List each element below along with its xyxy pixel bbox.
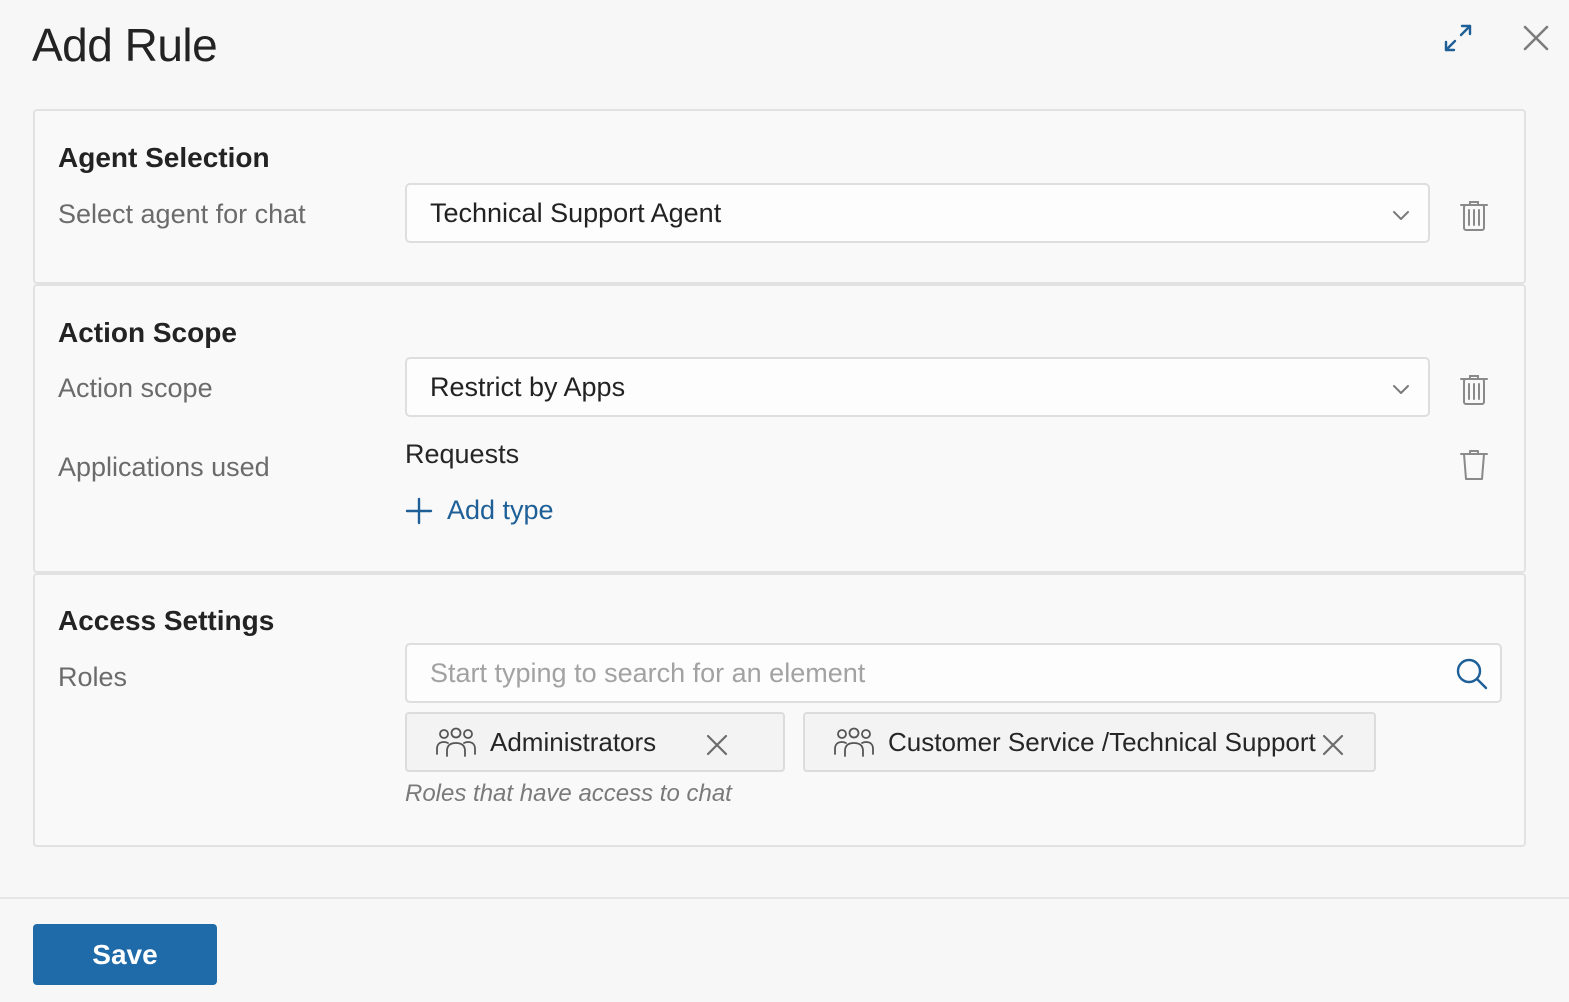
group-icon: [436, 727, 476, 757]
chevron-down-icon: [1393, 385, 1409, 394]
roles-search-input[interactable]: [407, 645, 1500, 701]
search-icon[interactable]: [1454, 656, 1490, 692]
agent-selection-title: Agent Selection: [58, 142, 270, 173]
roles-search-field: [405, 643, 1502, 703]
access-settings-title: Access Settings: [58, 605, 275, 636]
expand-icon[interactable]: [1442, 22, 1474, 54]
action-scope-select[interactable]: Restrict by Apps: [405, 357, 1430, 417]
agent-selection-section: Agent Selection Select agent for chat Te…: [33, 109, 1526, 284]
remove-chip-icon[interactable]: [1321, 733, 1345, 757]
role-chip-customer-service: Customer Service /Technical Support: [803, 712, 1376, 772]
select-agent-label: Select agent for chat: [58, 199, 306, 229]
close-icon[interactable]: [1520, 22, 1552, 54]
action-scope-section: Action Scope Action scope Restrict by Ap…: [33, 284, 1526, 573]
roles-label: Roles: [58, 662, 128, 692]
chip-label: Customer Service /Technical Support: [888, 727, 1316, 757]
action-scope-label: Action scope: [58, 373, 213, 403]
remove-chip-icon[interactable]: [705, 733, 729, 757]
footer-divider: [0, 897, 1569, 899]
group-icon: [834, 727, 874, 757]
applications-used-label: Applications used: [58, 452, 270, 482]
trash-icon[interactable]: [1458, 198, 1490, 232]
action-scope-title: Action Scope: [58, 317, 237, 348]
roles-hint: Roles that have access to chat: [405, 780, 732, 807]
trash-outline-icon[interactable]: [1458, 448, 1490, 482]
chevron-down-icon: [1393, 211, 1409, 220]
chip-label: Administrators: [490, 727, 657, 757]
agent-select[interactable]: Technical Support Agent: [405, 183, 1430, 243]
action-scope-value: Restrict by Apps: [430, 371, 626, 402]
application-item: Requests: [405, 439, 520, 469]
role-chip-administrators: Administrators: [405, 712, 785, 772]
add-type-button[interactable]: Add type: [405, 495, 554, 526]
add-type-label: Add type: [447, 495, 554, 525]
agent-select-value: Technical Support Agent: [430, 197, 722, 228]
trash-icon[interactable]: [1458, 372, 1490, 406]
access-settings-section: Access Settings Roles Administrators Cus…: [33, 573, 1526, 847]
dialog-title: Add Rule: [32, 19, 218, 71]
save-button[interactable]: Save: [33, 924, 217, 985]
plus-icon: [405, 497, 433, 524]
